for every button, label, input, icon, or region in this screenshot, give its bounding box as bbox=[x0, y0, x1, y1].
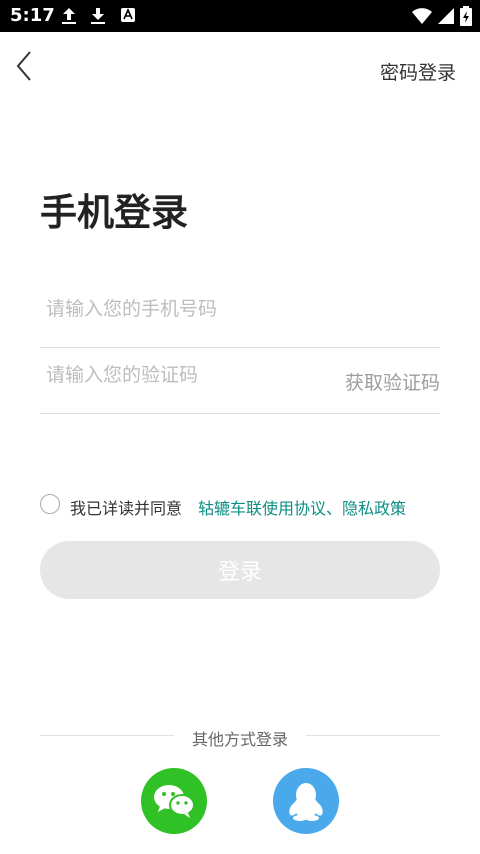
download-icon bbox=[91, 8, 105, 24]
password-login-link[interactable]: 密码登录 bbox=[380, 58, 456, 85]
phone-field bbox=[40, 281, 440, 348]
code-field: 获取验证码 bbox=[40, 347, 440, 414]
page-title: 手机登录 bbox=[40, 191, 188, 234]
signal-icon bbox=[438, 8, 454, 24]
code-input[interactable] bbox=[44, 363, 328, 387]
status-bar: 5:17 bbox=[0, 0, 480, 32]
qq-login-button[interactable] bbox=[273, 768, 339, 834]
wechat-icon bbox=[154, 785, 195, 818]
wechat-login-button[interactable] bbox=[141, 768, 207, 834]
battery-icon bbox=[460, 6, 472, 26]
upload-icon bbox=[62, 8, 76, 24]
status-time: 5:17 bbox=[10, 5, 55, 26]
back-icon[interactable] bbox=[12, 48, 36, 84]
qq-icon bbox=[289, 783, 323, 821]
agree-checkbox[interactable] bbox=[40, 494, 60, 514]
other-login-label: 其他方式登录 bbox=[191, 730, 288, 749]
wifi-icon bbox=[412, 8, 432, 24]
text-input-icon bbox=[121, 8, 135, 22]
get-code-button[interactable]: 获取验证码 bbox=[345, 368, 440, 395]
agreement-row: 我已详读并同意 轱辘车联使用协议、隐私政策 bbox=[40, 494, 460, 518]
top-bar: 密码登录 bbox=[0, 32, 480, 102]
login-button[interactable]: 登录 bbox=[40, 541, 440, 599]
agreement-link[interactable]: 轱辘车联使用协议、隐私政策 bbox=[198, 495, 406, 519]
phone-input[interactable] bbox=[44, 297, 328, 321]
agreement-text: 我已详读并同意 bbox=[70, 499, 183, 518]
